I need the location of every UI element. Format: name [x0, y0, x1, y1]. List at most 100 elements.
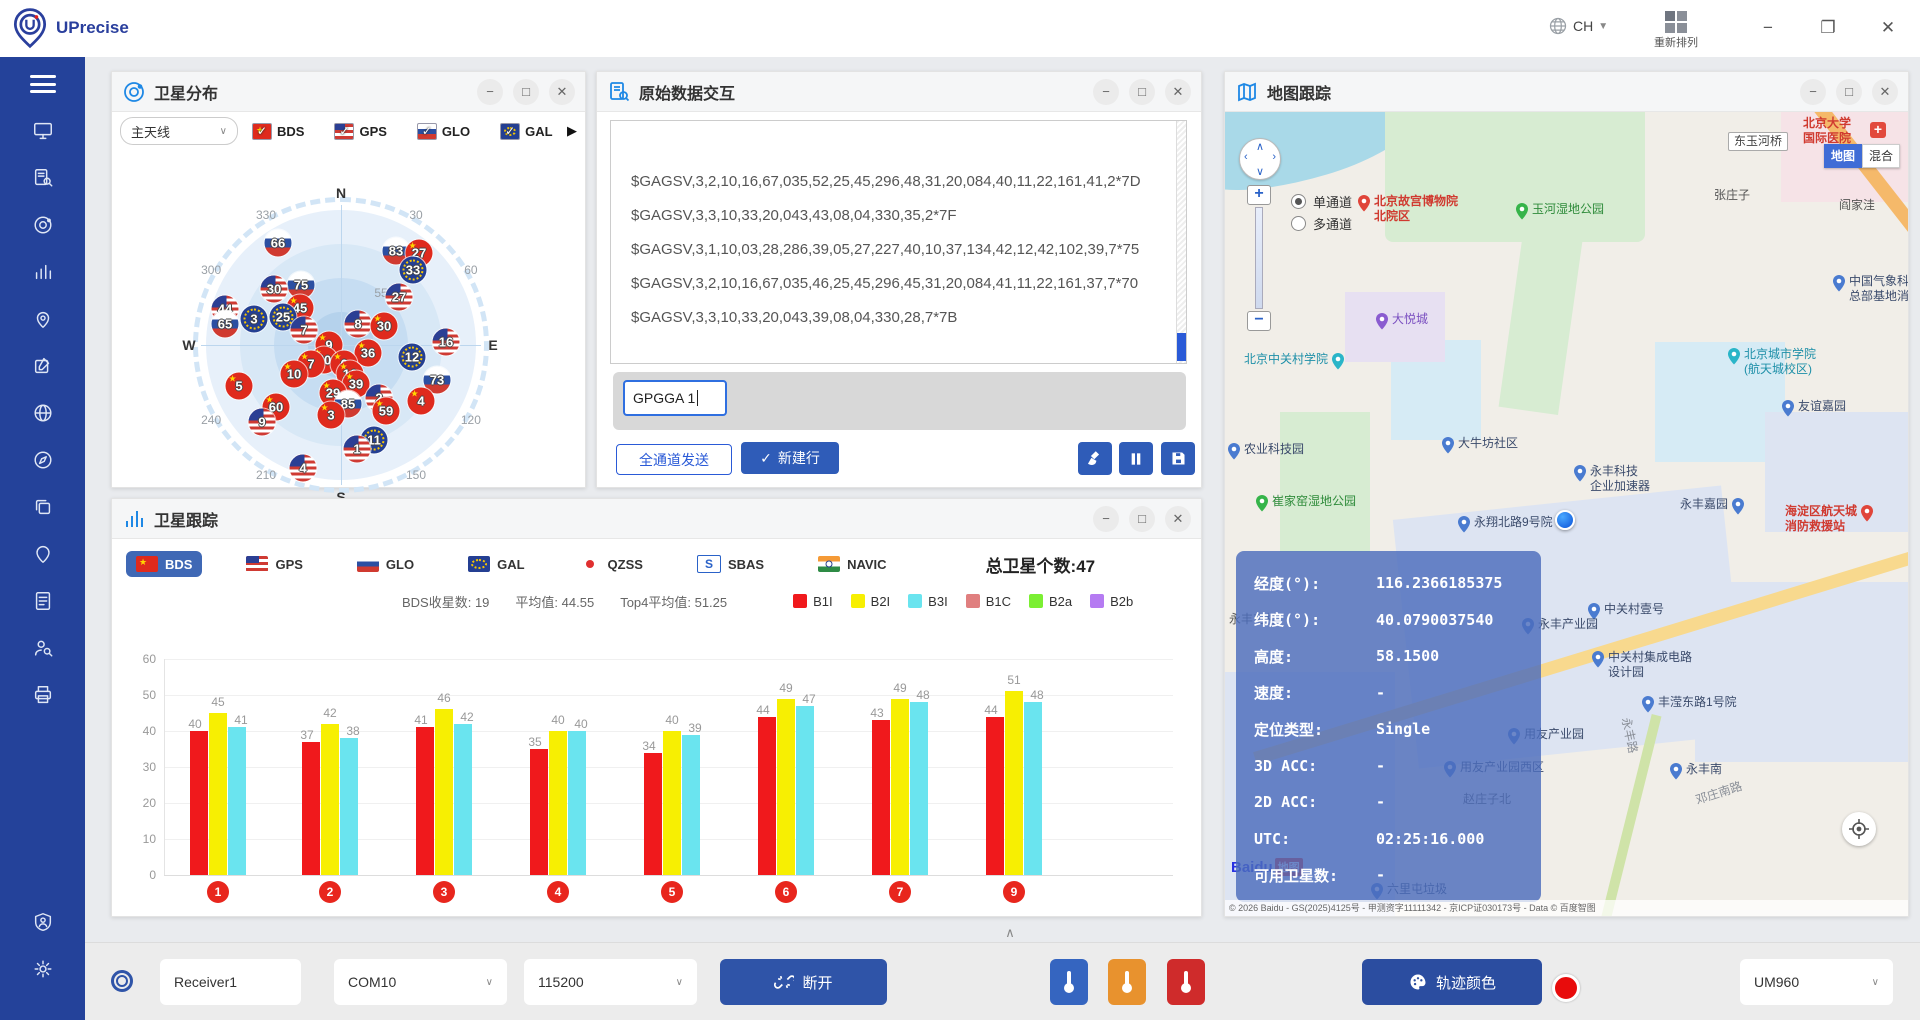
pan-down-icon[interactable]: ∨: [1256, 165, 1264, 178]
tab-label: BDS: [165, 557, 192, 572]
antenna-select[interactable]: 主天线 ∨: [120, 117, 238, 145]
system-checkbox-gps[interactable]: ✓GPS: [334, 123, 386, 140]
com-port-select[interactable]: COM10∨: [334, 959, 507, 1005]
sidebar-item-settings[interactable]: [0, 945, 85, 992]
sidebar-item-location[interactable]: [0, 530, 85, 577]
close-button[interactable]: ✕: [1874, 14, 1902, 42]
panel-maximize-button[interactable]: □: [513, 79, 539, 105]
save-button[interactable]: [1161, 442, 1195, 475]
sidebar-item-user-search[interactable]: [0, 624, 85, 671]
map-canvas[interactable]: ∧ ∨ ‹ › + − 单通道多通道 地图混合 东玉河桥北京大学 国际医院张庄子…: [1225, 112, 1908, 916]
chevron-down-icon: ∨: [486, 977, 493, 988]
pause-button[interactable]: [1119, 442, 1153, 475]
sidebar-item-windows[interactable]: [0, 483, 85, 530]
receiver-name-input[interactable]: Receiver1: [160, 959, 301, 1005]
map-pan-control[interactable]: ∧ ∨ ‹ ›: [1239, 138, 1281, 180]
map-label-text: 北京中关村学院: [1244, 352, 1328, 367]
tab-sbas[interactable]: SSBAS: [687, 550, 774, 578]
map-label-text: 永丰科技 企业加速器: [1590, 464, 1650, 494]
tab-qzss[interactable]: QZSS: [569, 551, 653, 577]
tab-gps[interactable]: GPS: [236, 551, 312, 577]
gps-flag-checkbox[interactable]: ✓: [334, 123, 354, 140]
nmea-console[interactable]: $GAGSV,3,2,10,16,67,035,52,25,45,296,48,…: [610, 120, 1187, 364]
sidebar-item-web[interactable]: [0, 389, 85, 436]
panel-close-button[interactable]: ✕: [1165, 506, 1191, 532]
menu-toggle-button[interactable]: [30, 75, 56, 93]
panel-minimize-button[interactable]: −: [477, 79, 503, 105]
bds-flag-checkbox[interactable]: ✓: [252, 123, 272, 140]
bottom-bar: ∧ Receiver1 COM10∨ 115200∨ 断开 轨迹颜色: [85, 942, 1920, 1020]
zoom-in-button[interactable]: +: [1247, 185, 1271, 205]
sidebar-item-edit-config[interactable]: [0, 342, 85, 389]
thermometer-red-button[interactable]: [1167, 959, 1205, 1005]
pan-right-icon[interactable]: ›: [1272, 151, 1276, 163]
pan-left-icon[interactable]: ‹: [1244, 151, 1248, 163]
radio-多通道[interactable]: 多通道: [1291, 212, 1352, 234]
map-type-satellite[interactable]: 混合: [1862, 144, 1900, 168]
panel-minimize-button[interactable]: −: [1093, 506, 1119, 532]
satellite-marker: 4: [290, 455, 317, 482]
collapse-bar-button[interactable]: ∧: [990, 925, 1030, 943]
sidebar-item-satellite-distribution[interactable]: [0, 201, 85, 248]
glo-flag-checkbox[interactable]: ✓: [417, 123, 437, 140]
radio-dot[interactable]: [1291, 216, 1306, 231]
gps-flag-icon: [246, 556, 268, 572]
panel-maximize-button[interactable]: □: [1836, 79, 1862, 105]
zoom-out-button[interactable]: −: [1247, 311, 1271, 331]
receiver-model-select[interactable]: UM960∨: [1740, 959, 1893, 1005]
more-systems-arrow[interactable]: ▶: [567, 123, 577, 139]
send-all-channels-button[interactable]: 全通道发送: [616, 444, 732, 475]
rearrange-button[interactable]: 重新排列: [1648, 8, 1704, 50]
tab-gal[interactable]: GAL: [458, 551, 534, 577]
gal-flag-checkbox[interactable]: ✓: [500, 123, 520, 140]
tab-bds[interactable]: BDS: [126, 551, 202, 577]
panel-minimize-button[interactable]: −: [1800, 79, 1826, 105]
raw-data-icon: [607, 80, 631, 104]
map-label-text: 崔家窑湿地公园: [1272, 494, 1356, 509]
satellite-marker: 10: [281, 361, 308, 388]
panel-close-button[interactable]: ✕: [1872, 79, 1898, 105]
tab-glo[interactable]: GLO: [347, 551, 424, 577]
sidebar-item-devices[interactable]: [0, 107, 85, 154]
legend-swatch: [1029, 594, 1043, 608]
minimize-button[interactable]: −: [1754, 14, 1782, 42]
zoom-track[interactable]: [1255, 207, 1263, 309]
sidebar-item-raw-data[interactable]: [0, 154, 85, 201]
nmea-line: $GAGSV,3,1,10,03,28,286,39,05,27,227,40,…: [631, 233, 1162, 267]
sidebar-item-device-print[interactable]: [0, 671, 85, 718]
baud-rate-select[interactable]: 115200∨: [524, 959, 697, 1005]
language-selector[interactable]: CH ▼: [1548, 16, 1608, 36]
thermometer-orange-button[interactable]: [1108, 959, 1146, 1005]
pan-up-icon[interactable]: ∧: [1256, 140, 1264, 153]
panel-maximize-button[interactable]: □: [1129, 79, 1155, 105]
sidebar-item-logs[interactable]: [0, 577, 85, 624]
track-color-button[interactable]: 轨迹颜色: [1362, 959, 1542, 1005]
scrollbar-thumb[interactable]: [1177, 333, 1186, 361]
console-scrollbar[interactable]: [1176, 121, 1186, 363]
map-type-normal[interactable]: 地图: [1824, 144, 1862, 168]
radio-单通道[interactable]: 单通道: [1291, 190, 1352, 212]
track-color-label: 轨迹颜色: [1436, 972, 1496, 993]
sidebar-item-security[interactable]: [0, 898, 85, 945]
track-color-swatch[interactable]: [1552, 974, 1580, 1002]
panel-minimize-button[interactable]: −: [1093, 79, 1119, 105]
panel-maximize-button[interactable]: □: [1129, 506, 1155, 532]
panel-close-button[interactable]: ✕: [549, 79, 575, 105]
system-checkbox-bds[interactable]: ✓BDS: [252, 123, 304, 140]
radio-dot[interactable]: [1291, 194, 1306, 209]
locate-button[interactable]: [1842, 812, 1876, 846]
panel-close-button[interactable]: ✕: [1165, 79, 1191, 105]
sidebar-item-positioning[interactable]: [0, 436, 85, 483]
system-checkbox-gal[interactable]: ✓GAL: [500, 123, 552, 140]
clear-console-button[interactable]: [1078, 442, 1112, 475]
sidebar-item-satellite-tracking[interactable]: [0, 248, 85, 295]
command-input[interactable]: GPGGA 1: [623, 380, 727, 416]
tab-navic[interactable]: NAVIC: [808, 551, 896, 577]
bar-value-label: 40: [551, 713, 564, 727]
new-line-button[interactable]: ✓ 新建行: [741, 442, 839, 474]
thermometer-blue-button[interactable]: [1050, 959, 1088, 1005]
disconnect-button[interactable]: 断开: [720, 959, 887, 1005]
system-checkbox-glo[interactable]: ✓GLO: [417, 123, 470, 140]
restore-button[interactable]: ❐: [1814, 14, 1842, 42]
sidebar-item-map-tracking[interactable]: [0, 295, 85, 342]
